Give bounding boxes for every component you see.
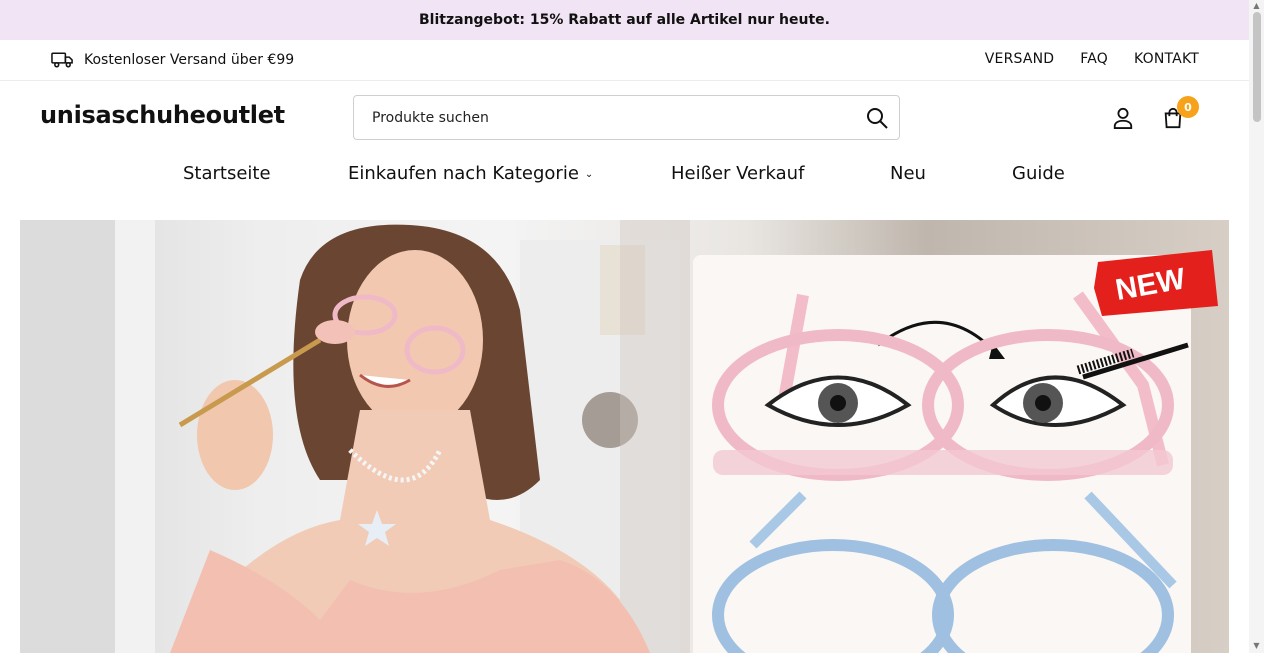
- link-kontakt[interactable]: KONTAKT: [1134, 51, 1199, 67]
- scroll-down-icon[interactable]: ▼: [1251, 641, 1262, 651]
- nav-label: Heißer Verkauf: [671, 163, 805, 184]
- nav-label: Startseite: [183, 163, 271, 184]
- nav-item-guide[interactable]: Guide: [1012, 163, 1065, 184]
- shipping-text: Kostenloser Versand über €99: [84, 52, 295, 68]
- nav-label: Neu: [890, 163, 926, 184]
- chevron-down-icon: ⌄: [584, 169, 594, 180]
- search-input[interactable]: [372, 109, 852, 126]
- announcement-text: Blitzangebot: 15% Rabatt auf alle Artike…: [419, 12, 830, 28]
- new-badge: NEW: [1094, 250, 1218, 316]
- nav-item-startseite[interactable]: Startseite: [183, 163, 271, 184]
- top-links: VERSAND FAQ KONTAKT: [985, 51, 1199, 67]
- nav-label: Guide: [1012, 163, 1065, 184]
- nav-item-einkaufen[interactable]: Einkaufen nach Kategorie ⌄: [348, 163, 593, 184]
- account-icon[interactable]: [1112, 107, 1134, 129]
- link-versand[interactable]: VERSAND: [985, 51, 1055, 67]
- nav-item-neu[interactable]: Neu: [890, 163, 926, 184]
- shipping-info: Kostenloser Versand über €99: [51, 51, 294, 69]
- search-bar: [353, 95, 900, 140]
- main-nav: Startseite Einkaufen nach Kategorie ⌄ He…: [0, 153, 1249, 197]
- top-bar: Kostenloser Versand über €99 VERSAND FAQ…: [0, 40, 1249, 81]
- site-header: unisaschuheoutlet: [0, 81, 1249, 153]
- search-icon[interactable]: [865, 106, 889, 130]
- announcement-bar: Blitzangebot: 15% Rabatt auf alle Artike…: [0, 0, 1249, 40]
- truck-icon: [51, 52, 73, 68]
- site-logo[interactable]: unisaschuheoutlet: [40, 101, 285, 129]
- scrollbar-thumb[interactable]: [1253, 12, 1261, 122]
- link-faq[interactable]: FAQ: [1080, 51, 1108, 67]
- nav-label: Einkaufen nach Kategorie: [348, 163, 579, 184]
- scroll-up-icon[interactable]: ▲: [1251, 1, 1262, 11]
- nav-item-heisser-verkauf[interactable]: Heißer Verkauf: [671, 163, 804, 184]
- cart-count-badge: 0: [1177, 96, 1199, 118]
- hero-banner[interactable]: NEW: [20, 220, 1229, 653]
